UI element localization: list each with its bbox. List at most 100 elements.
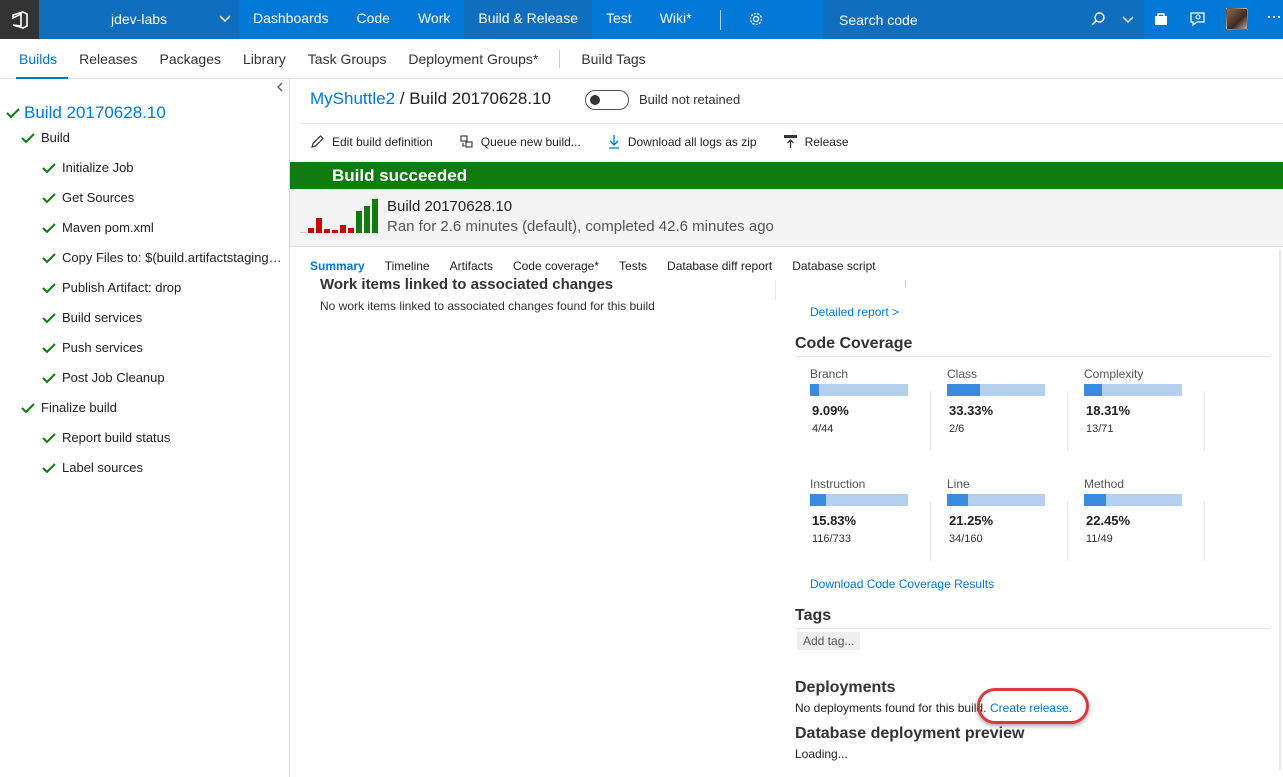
- build-history-bar[interactable]: [332, 230, 338, 233]
- build-status-banner: Build succeeded: [290, 162, 1283, 189]
- project-link[interactable]: MyShuttle2: [310, 89, 395, 109]
- tree-item[interactable]: Copy Files to: $(build.artifactstaging…: [42, 250, 288, 265]
- tree-item[interactable]: Report build status: [42, 430, 288, 445]
- tree-item[interactable]: Label sources: [42, 460, 288, 475]
- vsts-logo-icon[interactable]: [0, 0, 39, 39]
- metric-name: Method: [1084, 477, 1125, 491]
- marketplace-bag-icon[interactable]: [1153, 11, 1169, 30]
- metric-bar-fill: [1084, 494, 1106, 506]
- work-items-empty-text: No work items linked to associated chang…: [320, 299, 655, 313]
- queue-new-build-button[interactable]: Queue new build...: [459, 134, 581, 149]
- coverage-metric-branch: Branch 9.09% 4/44: [810, 367, 930, 437]
- check-icon: [21, 132, 35, 143]
- tab-summary[interactable]: Summary: [300, 256, 375, 276]
- tab-deployment-groups[interactable]: Deployment Groups*: [397, 39, 549, 79]
- tree-item[interactable]: Build: [21, 130, 288, 145]
- summary-build-details: Ran for 2.6 minutes (default), completed…: [387, 218, 774, 235]
- metric-fraction: 4/44: [812, 423, 834, 435]
- hub-wiki[interactable]: Wiki*: [646, 0, 706, 39]
- tree-item[interactable]: Push services: [42, 340, 288, 355]
- tree-item[interactable]: Maven pom.xml: [42, 220, 288, 235]
- build-history-bar[interactable]: [356, 211, 362, 233]
- tab-database-diff-report[interactable]: Database diff report: [657, 256, 782, 276]
- build-history-chart[interactable]: [300, 197, 380, 233]
- retain-toggle[interactable]: [585, 90, 629, 110]
- metric-fraction: 34/160: [949, 533, 983, 545]
- more-icon[interactable]: ···: [1266, 6, 1282, 27]
- hub-code[interactable]: Code: [343, 0, 404, 39]
- build-history-bar[interactable]: [340, 225, 346, 233]
- build-title-node[interactable]: Build 20170628.10: [6, 103, 166, 123]
- metric-bar-fill: [810, 494, 826, 506]
- tree-item[interactable]: Build services: [42, 310, 288, 325]
- search-input[interactable]: [823, 0, 1083, 39]
- build-history-bar[interactable]: [324, 229, 330, 233]
- tab-timeline[interactable]: Timeline: [375, 256, 440, 276]
- toolbar: Edit build definition Queue new build...…: [310, 134, 875, 149]
- avatar[interactable]: [1226, 8, 1248, 30]
- tree-item-label: Copy Files to: $(build.artifactstaging…: [62, 250, 282, 265]
- metric-bar: [947, 384, 1045, 396]
- tab-packages[interactable]: Packages: [149, 39, 232, 79]
- build-history-bar[interactable]: [372, 199, 378, 233]
- hub-dashboards[interactable]: Dashboards: [239, 0, 343, 39]
- build-history-bar[interactable]: [300, 232, 306, 233]
- metric-name: Complexity: [1084, 367, 1144, 381]
- tab-task-groups[interactable]: Task Groups: [297, 39, 398, 79]
- feedback-icon[interactable]: [1189, 11, 1206, 30]
- tree-item[interactable]: Finalize build: [21, 400, 288, 415]
- tab-tests[interactable]: Tests: [609, 256, 657, 276]
- tree-item[interactable]: Publish Artifact: drop: [42, 280, 288, 295]
- tab-library[interactable]: Library: [232, 39, 297, 79]
- hub-test[interactable]: Test: [592, 0, 646, 39]
- tree-item[interactable]: Post Job Cleanup: [42, 370, 288, 385]
- detailed-report-link[interactable]: Detailed report >: [810, 305, 899, 319]
- scrollbar[interactable]: [1279, 250, 1281, 770]
- search-icon[interactable]: [1090, 11, 1106, 30]
- tab-artifacts[interactable]: Artifacts: [440, 256, 503, 276]
- sub-nav: Builds Releases Packages Library Task Gr…: [0, 39, 1283, 79]
- download-coverage-link[interactable]: Download Code Coverage Results: [810, 577, 994, 591]
- metric-percent: 33.33%: [949, 403, 994, 418]
- tab-database-script[interactable]: Database script: [782, 256, 885, 276]
- tree-item[interactable]: Get Sources: [42, 190, 288, 205]
- build-history-bar[interactable]: [308, 228, 314, 233]
- page-title: Build 20170628.10: [409, 89, 552, 108]
- build-history-bar[interactable]: [316, 218, 322, 233]
- hub-work[interactable]: Work: [404, 0, 464, 39]
- download-icon: [608, 135, 619, 149]
- add-tag-button[interactable]: Add tag...: [797, 632, 861, 650]
- build-title: Build 20170628.10: [24, 103, 166, 122]
- download-logs-button[interactable]: Download all logs as zip: [607, 134, 757, 149]
- tab-code-coverage[interactable]: Code coverage*: [503, 256, 609, 276]
- hub-build-release[interactable]: Build & Release: [464, 0, 593, 39]
- header-divider: [300, 123, 1283, 124]
- summary-build-name: Build 20170628.10: [387, 198, 513, 215]
- tab-releases[interactable]: Releases: [68, 39, 148, 79]
- breadcrumb: MyShuttle2 / Build 20170628.10: [310, 89, 551, 109]
- metric-bar-fill: [810, 384, 819, 396]
- check-icon: [42, 432, 56, 443]
- chevron-left-icon[interactable]: [275, 81, 285, 96]
- search-box: [823, 0, 1144, 39]
- edit-build-definition-button[interactable]: Edit build definition: [310, 134, 433, 149]
- build-history-bar[interactable]: [364, 206, 370, 233]
- gear-icon[interactable]: [748, 11, 764, 30]
- pencil-icon: [311, 135, 324, 148]
- build-summary-header: Build 20170628.10 Ran for 2.6 minutes (d…: [290, 189, 1283, 247]
- release-button[interactable]: Release: [783, 134, 849, 149]
- tab-builds[interactable]: Builds: [8, 39, 69, 79]
- chevron-down-icon[interactable]: [1122, 13, 1134, 28]
- coverage-metric-complexity: Complexity 18.31% 13/71: [1084, 367, 1204, 437]
- work-items-heading: Work items linked to associated changes: [320, 276, 614, 293]
- build-history-bar[interactable]: [348, 228, 354, 233]
- tab-build-tags[interactable]: Build Tags: [570, 39, 656, 79]
- section-divider: [795, 356, 1270, 357]
- metric-percent: 15.83%: [812, 513, 857, 528]
- project-selector[interactable]: jdev-labs: [39, 0, 239, 39]
- metric-bar: [1084, 494, 1182, 506]
- tree-item-label: Maven pom.xml: [62, 220, 154, 235]
- metric-fraction: 116/733: [812, 533, 851, 545]
- check-icon: [42, 372, 56, 383]
- tree-item[interactable]: Initialize Job: [42, 160, 288, 175]
